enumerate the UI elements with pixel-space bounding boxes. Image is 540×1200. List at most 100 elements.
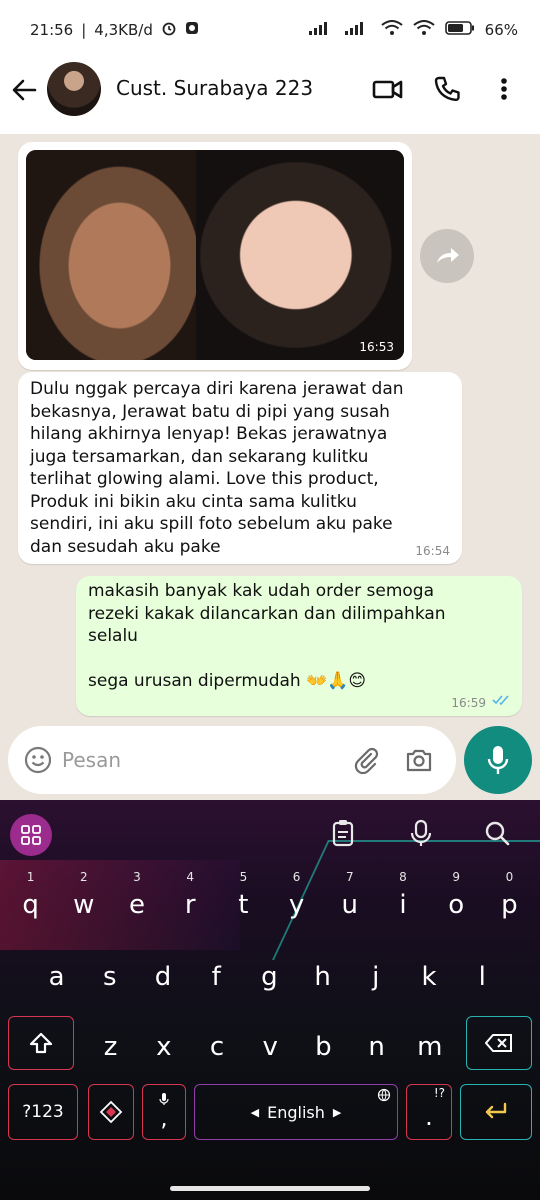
key-r[interactable]: 4r [164, 870, 217, 934]
key-label-h: h [314, 962, 331, 992]
key-label-r: r [184, 890, 196, 920]
camera-icon[interactable] [404, 746, 434, 774]
clipboard-icon[interactable] [328, 818, 360, 850]
alarm-icon [161, 20, 177, 40]
key-label-i: i [399, 890, 407, 920]
key-label-y: y [288, 890, 305, 920]
key-z[interactable]: z [84, 1016, 137, 1076]
comma-mic-icon [143, 1087, 185, 1112]
backspace-key[interactable] [466, 1016, 532, 1070]
key-d[interactable]: d [136, 946, 189, 1006]
emoji-key[interactable] [88, 1084, 134, 1140]
key-hint-t: 5 [239, 870, 248, 884]
key-b[interactable]: b [297, 1016, 350, 1076]
key-u[interactable]: 7u [323, 870, 376, 934]
chat-area[interactable]: 16:53 Dulu nggak percaya diri karena jer… [0, 134, 540, 800]
key-x[interactable]: x [137, 1016, 190, 1076]
key-label-c: c [209, 1032, 225, 1062]
reply-text: makasih banyak kak udah order semoga rez… [88, 581, 446, 691]
message-timestamp: 16:54 [415, 544, 450, 558]
contact-name[interactable]: Cust. Surabaya 223 [116, 76, 313, 100]
symbols-key[interactable]: ?123 [8, 1084, 78, 1140]
key-w[interactable]: 2w [57, 870, 110, 934]
key-hint-y: 6 [292, 870, 301, 884]
key-h[interactable]: h [296, 946, 349, 1006]
emoji-diamond-icon [99, 1100, 123, 1124]
key-hint-o: 9 [452, 870, 460, 884]
key-j[interactable]: j [349, 946, 402, 1006]
more-options-icon[interactable] [494, 74, 514, 104]
key-label-p: p [501, 890, 518, 920]
shift-key[interactable] [8, 1016, 74, 1070]
key-s[interactable]: s [83, 946, 136, 1006]
key-n[interactable]: n [350, 1016, 403, 1076]
key-m[interactable]: m [403, 1016, 456, 1076]
home-indicator[interactable] [170, 1186, 370, 1191]
key-label-n: n [368, 1032, 385, 1062]
key-label-o: o [448, 890, 465, 920]
key-label-a: a [48, 962, 65, 992]
key-e[interactable]: 3e [110, 870, 163, 934]
key-g[interactable]: g [243, 946, 296, 1006]
key-label-l: l [478, 962, 486, 992]
voice-input-icon[interactable] [406, 818, 438, 850]
space-key[interactable]: ◀ English ▶ [194, 1084, 398, 1140]
signal-icon-2 [344, 21, 371, 39]
mic-button[interactable] [464, 726, 532, 794]
keyboard-apps-button[interactable] [10, 814, 52, 856]
mic-icon [487, 746, 509, 774]
key-label-b: b [315, 1032, 332, 1062]
key-p[interactable]: 0p [483, 870, 536, 934]
key-label-s: s [103, 962, 117, 992]
key-hint-q: 1 [26, 870, 35, 884]
key-v[interactable]: v [244, 1016, 297, 1076]
before-after-photo[interactable]: 16:53 [26, 150, 404, 360]
language-right-arrow-icon: ▶ [332, 1105, 342, 1119]
key-y[interactable]: 6y [270, 870, 323, 934]
voice-call-icon[interactable] [432, 74, 466, 104]
backspace-icon [485, 1034, 512, 1052]
key-hint-i: 8 [399, 870, 407, 884]
key-label-m: m [417, 1032, 443, 1062]
enter-icon [485, 1102, 507, 1119]
after-photo [196, 150, 404, 360]
outgoing-message-bubble[interactable]: makasih banyak kak udah order semoga rez… [76, 576, 522, 716]
reply-timestamp: 16:59 [451, 696, 486, 710]
emoji-icon[interactable] [24, 746, 52, 774]
contact-avatar[interactable] [47, 62, 101, 116]
key-q[interactable]: 1q [4, 870, 57, 934]
image-timestamp: 16:53 [359, 340, 394, 354]
key-o[interactable]: 9o [430, 870, 483, 934]
key-c[interactable]: c [190, 1016, 243, 1076]
key-hint-u: 7 [345, 870, 354, 884]
key-label-x: x [156, 1032, 172, 1062]
key-l[interactable]: l [456, 946, 509, 1006]
before-photo [26, 150, 196, 360]
forward-button[interactable] [420, 229, 474, 283]
message-text: Dulu nggak percaya diri karena jerawat d… [30, 379, 404, 557]
status-speed: 4,3KB/d [94, 21, 153, 39]
key-label-e: e [128, 890, 145, 920]
key-label-z: z [103, 1032, 118, 1062]
key-a[interactable]: a [30, 946, 83, 1006]
key-f[interactable]: f [190, 946, 243, 1006]
message-input-container[interactable]: Pesan [8, 726, 456, 794]
signal-icon [308, 21, 335, 39]
message-input[interactable]: Pesan [62, 748, 121, 772]
key-i[interactable]: 8i [376, 870, 429, 934]
image-message-bubble[interactable]: 16:53 [18, 142, 412, 370]
period-hint: !? [433, 1086, 445, 1100]
wifi-icon-2 [413, 20, 435, 40]
keyboard-search-icon[interactable] [482, 818, 514, 850]
back-arrow-icon[interactable] [10, 76, 40, 106]
attach-icon[interactable] [352, 746, 380, 775]
key-t[interactable]: 5t [217, 870, 270, 934]
status-right: 66% [308, 20, 518, 40]
video-call-icon[interactable] [372, 74, 406, 104]
battery-icon [444, 21, 475, 39]
comma-key[interactable]: , [142, 1084, 186, 1140]
key-k[interactable]: k [402, 946, 455, 1006]
period-key[interactable]: !? . [406, 1084, 452, 1140]
incoming-message-bubble[interactable]: Dulu nggak percaya diri karena jerawat d… [18, 372, 462, 564]
enter-key[interactable] [460, 1084, 532, 1140]
